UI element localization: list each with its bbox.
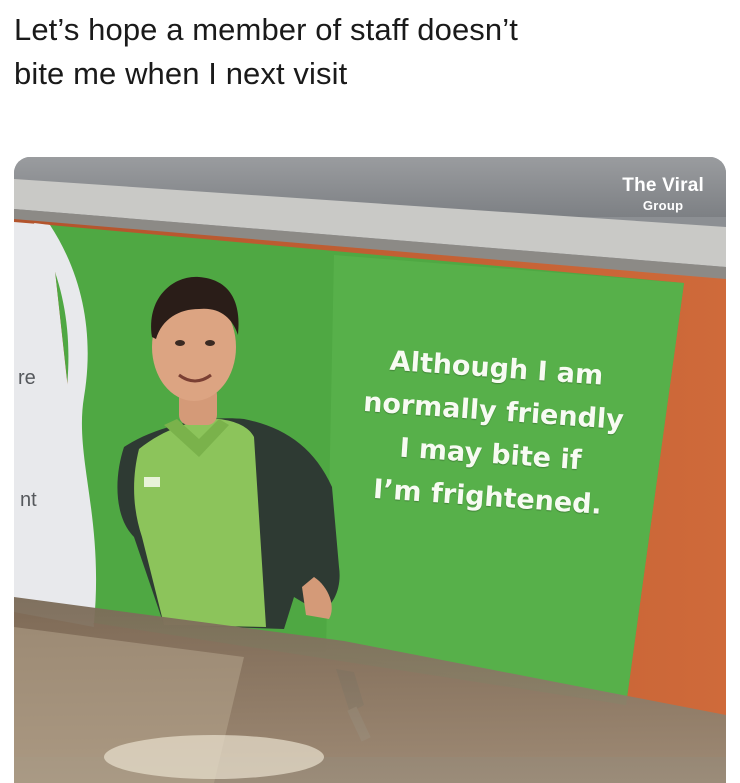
post-caption: Let’s hope a member of staff doesn’t bit… <box>14 8 726 96</box>
watermark-line-2: Group <box>642 198 684 213</box>
person-eye-left <box>175 340 185 346</box>
meme-photo: re nt Although I am normally friendly I … <box>14 157 726 783</box>
edge-fragment-2: nt <box>20 489 37 511</box>
edge-fragment-1: re <box>18 367 36 389</box>
poster-message: Although I am normally friendly I may bi… <box>336 337 647 530</box>
watermark-logo: The Viral Group <box>622 175 704 213</box>
person-eye-right <box>205 340 215 346</box>
shirt-logo <box>144 477 160 487</box>
food-blur <box>104 735 324 779</box>
watermark-line-1: The Viral <box>622 175 704 196</box>
caption-line-1: Let’s hope a member of staff doesn’t <box>14 12 518 47</box>
caption-line-2: bite me when I next visit <box>14 56 348 91</box>
